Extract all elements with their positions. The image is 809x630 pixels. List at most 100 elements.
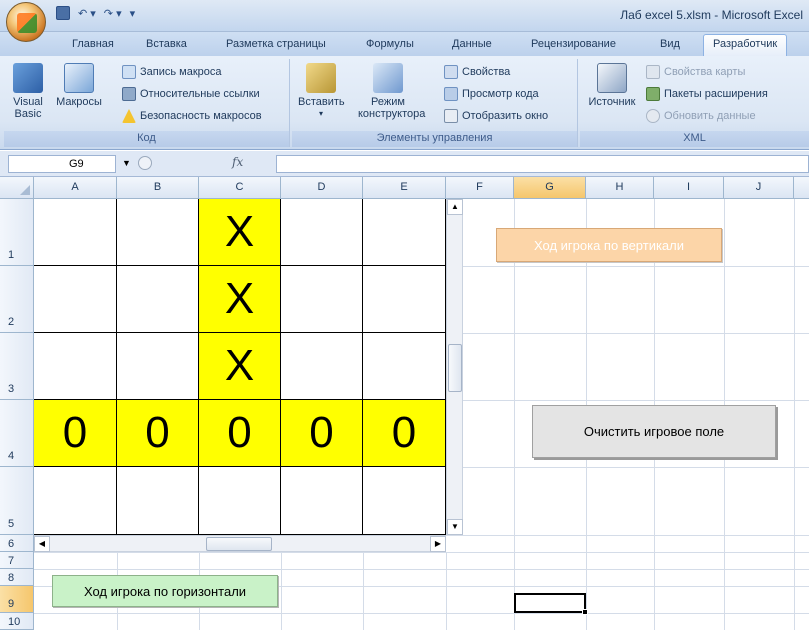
customize-toolbar-icon[interactable]: ▾ <box>130 7 136 20</box>
row-header-5[interactable]: 5 <box>0 467 34 535</box>
macro-security-button[interactable]: Безопасность макросов <box>122 109 262 123</box>
view-code-icon <box>444 87 458 101</box>
tab-data[interactable]: Данные <box>452 38 492 50</box>
select-all-corner[interactable] <box>0 177 34 198</box>
visual-basic-label: Visual Basic <box>13 96 43 120</box>
board-cell-a1[interactable] <box>34 199 117 266</box>
board-cell-b4[interactable]: 0 <box>117 400 199 467</box>
run-dialog-button[interactable]: Отобразить окно <box>444 109 548 123</box>
properties-button[interactable]: Свойства <box>444 65 510 79</box>
board-cell-a3[interactable] <box>34 333 117 400</box>
source-button[interactable]: Источник <box>584 63 640 108</box>
column-header-j[interactable]: J <box>724 177 794 198</box>
row-header-7[interactable]: 7 <box>0 552 34 569</box>
column-header-a[interactable]: A <box>34 177 117 198</box>
properties-label: Свойства <box>462 66 511 78</box>
row-header-4[interactable]: 4 <box>0 400 34 467</box>
clear-board-button[interactable]: Очистить игровое поле <box>532 405 776 458</box>
board-cell-d1[interactable] <box>281 199 363 266</box>
view-code-button[interactable]: Просмотр кода <box>444 87 539 101</box>
tab-review[interactable]: Рецензирование <box>531 38 616 50</box>
title-bar: ↶ ▾ ↷ ▾ ▾ Лаб excel 5.xlsm - Microsoft E… <box>0 0 809 42</box>
board-cell-a2[interactable] <box>34 266 117 333</box>
board-cell-d5[interactable] <box>281 467 363 535</box>
board-cell-c3[interactable]: X <box>199 333 281 400</box>
warning-icon <box>122 109 136 123</box>
horizontal-move-button[interactable]: Ход игрока по горизонтали <box>52 575 278 607</box>
column-header-b[interactable]: B <box>117 177 199 198</box>
board-cell-c2[interactable]: X <box>199 266 281 333</box>
tab-insert[interactable]: Вставка <box>146 38 187 50</box>
board-cell-b3[interactable] <box>117 333 199 400</box>
macro-security-label: Безопасность макросов <box>140 110 262 122</box>
board-cell-a5[interactable] <box>34 467 117 535</box>
tab-home[interactable]: Главная <box>72 38 114 50</box>
tab-view[interactable]: Вид <box>660 38 680 50</box>
visual-basic-button[interactable]: Visual Basic <box>8 63 48 120</box>
row-header-8[interactable]: 8 <box>0 569 34 586</box>
save-icon[interactable] <box>56 6 70 20</box>
board-cell-b2[interactable] <box>117 266 199 333</box>
record-macro-button[interactable]: Запись макроса <box>122 65 222 79</box>
gridline <box>446 552 447 630</box>
tab-developer[interactable]: Разработчик <box>703 34 788 56</box>
map-properties-button[interactable]: Свойства карты <box>646 65 745 79</box>
board-cell-d4[interactable]: 0 <box>281 400 363 467</box>
board-cell-c4[interactable]: 0 <box>199 400 281 467</box>
board-cell-d3[interactable] <box>281 333 363 400</box>
column-header-f[interactable]: F <box>446 177 514 198</box>
column-header-e[interactable]: E <box>363 177 446 198</box>
formula-input[interactable] <box>276 155 809 173</box>
scroll-down-icon[interactable]: ▼ <box>447 519 463 535</box>
office-button[interactable] <box>6 2 46 42</box>
row-header-1[interactable]: 1 <box>0 199 34 266</box>
board-cell-b1[interactable] <box>117 199 199 266</box>
column-header-c[interactable]: C <box>199 177 281 198</box>
chevron-down-icon[interactable]: ▼ <box>122 158 131 168</box>
undo-icon[interactable]: ↶ ▾ <box>78 7 96 20</box>
scroll-right-icon[interactable]: ▶ <box>430 536 446 552</box>
row-header-2[interactable]: 2 <box>0 266 34 333</box>
active-cell-g9[interactable] <box>514 593 586 613</box>
board-cell-d2[interactable] <box>281 266 363 333</box>
column-header-g[interactable]: G <box>514 177 586 198</box>
cancel-entry-icon[interactable] <box>138 156 152 170</box>
board-cell-e1[interactable] <box>363 199 446 266</box>
refresh-icon <box>646 109 660 123</box>
scroll-thumb[interactable] <box>448 344 462 392</box>
scroll-thumb[interactable] <box>206 537 272 551</box>
relative-refs-button[interactable]: Относительные ссылки <box>122 87 260 101</box>
insert-function-icon[interactable]: fx <box>232 155 243 169</box>
row-header-6[interactable]: 6 <box>0 535 34 552</box>
board-vertical-scrollbar[interactable]: ▲ ▼ <box>446 199 463 535</box>
design-mode-button[interactable]: Режим конструктора <box>348 63 428 120</box>
macros-button[interactable]: Макросы <box>54 63 104 108</box>
board-horizontal-scrollbar[interactable]: ◀ ▶ <box>34 535 446 552</box>
board-cell-a4[interactable]: 0 <box>34 400 117 467</box>
board-cell-c5[interactable] <box>199 467 281 535</box>
fill-handle[interactable] <box>582 609 588 615</box>
board-cell-b5[interactable] <box>117 467 199 535</box>
row-header-10[interactable]: 10 <box>0 613 34 630</box>
tab-formulas[interactable]: Формулы <box>366 38 414 50</box>
board-cell-e2[interactable] <box>363 266 446 333</box>
column-header-i[interactable]: I <box>654 177 724 198</box>
tab-page-layout[interactable]: Разметка страницы <box>226 38 326 50</box>
board-cell-e3[interactable] <box>363 333 446 400</box>
name-box[interactable]: G9 <box>8 155 116 173</box>
row-header-3[interactable]: 3 <box>0 333 34 400</box>
row-header-9[interactable]: 9 <box>0 586 34 613</box>
refresh-data-button[interactable]: Обновить данные <box>646 109 756 123</box>
board-cell-e5[interactable] <box>363 467 446 535</box>
vertical-move-button[interactable]: Ход игрока по вертикали <box>496 228 722 262</box>
insert-control-button[interactable]: Вставить ▾ <box>298 63 345 120</box>
column-header-h[interactable]: H <box>586 177 654 198</box>
expansion-packs-button[interactable]: Пакеты расширения <box>646 87 768 101</box>
scroll-left-icon[interactable]: ◀ <box>34 536 50 552</box>
redo-icon[interactable]: ↷ ▾ <box>104 7 122 20</box>
board-cell-c1[interactable]: X <box>199 199 281 266</box>
board-cell-e4[interactable]: 0 <box>363 400 446 467</box>
scroll-up-icon[interactable]: ▲ <box>447 199 463 215</box>
record-macro-label: Запись макроса <box>140 66 222 78</box>
column-header-d[interactable]: D <box>281 177 363 198</box>
